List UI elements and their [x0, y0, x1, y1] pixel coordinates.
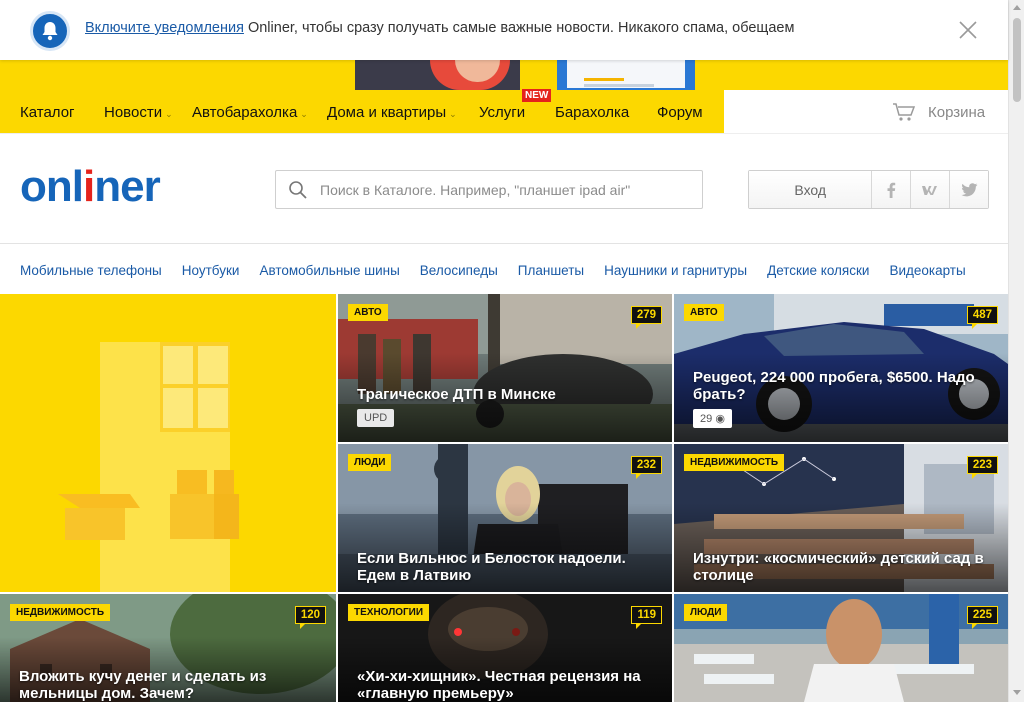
- ad-illustration: [58, 342, 239, 592]
- nav-item-news[interactable]: Новости ⌄: [104, 104, 173, 121]
- login-button[interactable]: Вход: [749, 171, 872, 208]
- news-tile[interactable]: Авто 279 Трагическое ДТП в Минске UPD: [338, 294, 672, 442]
- tile-title[interactable]: Трагическое ДТП в Минске: [357, 386, 652, 403]
- nav-label: Услуги: [479, 104, 526, 121]
- news-tile[interactable]: Люди 225: [674, 594, 1008, 702]
- cart-icon: [893, 103, 916, 121]
- twitter-icon[interactable]: [949, 171, 989, 208]
- nav-item-autobaraholka[interactable]: Автобарахолка ⌄: [192, 104, 308, 121]
- nav-label: Дома и квартиры: [327, 104, 447, 121]
- facebook-icon[interactable]: [871, 171, 911, 208]
- nav-item-baraholka[interactable]: Барахолка: [555, 104, 629, 121]
- category-link-tablets[interactable]: Планшеты: [518, 263, 584, 278]
- nav-label: Автобарахолка: [192, 104, 298, 121]
- search-icon[interactable]: [288, 180, 308, 200]
- category-link-phones[interactable]: Мобильные телефоны: [20, 263, 162, 278]
- tile-tag[interactable]: Технологии: [348, 604, 430, 621]
- chevron-down-icon: ⌄: [165, 109, 173, 119]
- page: Включите уведомления Onliner, чтобы сраз…: [0, 0, 1024, 702]
- nav-label: Новости: [104, 104, 163, 121]
- nav-label: Форум: [657, 104, 703, 121]
- category-link-gpus[interactable]: Видеокарты: [889, 263, 965, 278]
- tile-tag[interactable]: Авто: [684, 304, 724, 321]
- tile-title[interactable]: «Хи-хи-хищник». Честная рецензия на «гла…: [357, 668, 652, 702]
- chevron-down-icon: ⌄: [300, 109, 308, 119]
- logo-accent: i: [82, 162, 95, 211]
- category-link-bicycles[interactable]: Велосипеды: [420, 263, 498, 278]
- category-link-tires[interactable]: Автомобильные шины: [259, 263, 399, 278]
- comments-count[interactable]: 487: [966, 306, 998, 329]
- scroll-down-arrow[interactable]: [1013, 690, 1021, 695]
- cart-label: Корзина: [928, 103, 986, 121]
- ad-banner[interactable]: [0, 60, 1008, 90]
- news-tile[interactable]: Недвижимость 223 Изнутри: «космический» …: [674, 444, 1008, 592]
- cart-link[interactable]: Корзина: [892, 102, 985, 122]
- comments-count[interactable]: 223: [966, 456, 998, 479]
- banner-line: [584, 78, 624, 81]
- tile-tag[interactable]: Недвижимость: [10, 604, 111, 621]
- tile-title[interactable]: Peugeot, 224 000 пробега, $6500. Надо бр…: [693, 369, 988, 403]
- tile-tag[interactable]: Авто: [348, 304, 388, 321]
- logo-text: onl: [20, 162, 84, 211]
- comments-count[interactable]: 120: [294, 606, 326, 629]
- news-tile[interactable]: Технологии 119 «Хи-хи-хищник». Честная р…: [338, 594, 672, 702]
- notification-bar: Включите уведомления Onliner, чтобы сраз…: [0, 0, 1008, 60]
- nav-item-services[interactable]: Услуги: [479, 104, 525, 121]
- comments-count[interactable]: 119: [631, 606, 662, 629]
- new-badge: NEW: [522, 89, 552, 102]
- enable-notifications-link[interactable]: Включите уведомления: [85, 20, 244, 36]
- chevron-down-icon: ⌄: [449, 109, 457, 119]
- category-link-strollers[interactable]: Детские коляски: [767, 263, 869, 278]
- tile-tag[interactable]: Люди: [684, 604, 728, 621]
- nav-item-realty[interactable]: Дома и квартиры ⌄: [327, 104, 457, 121]
- divider: [0, 243, 1008, 244]
- notification-text: Включите уведомления Onliner, чтобы сраз…: [85, 20, 794, 36]
- tile-title[interactable]: Вложить кучу денег и сделать из мельницы…: [19, 668, 316, 702]
- photo-count: 29 ◉: [693, 409, 732, 428]
- vk-icon[interactable]: [910, 171, 950, 208]
- news-tile[interactable]: Недвижимость 120 Вложить кучу денег и сд…: [0, 594, 336, 702]
- banner-line: [584, 84, 654, 87]
- tile-tag[interactable]: Недвижимость: [684, 454, 785, 471]
- tile-title[interactable]: Изнутри: «космический» детский сад в сто…: [693, 550, 988, 584]
- news-tile[interactable]: Люди 232 Если Вильнюс и Белосток надоели…: [338, 444, 672, 592]
- scroll-up-arrow[interactable]: [1013, 5, 1021, 10]
- close-icon[interactable]: [958, 20, 978, 40]
- photo-count-value: 29: [700, 413, 713, 425]
- nav-item-forum[interactable]: Форум: [657, 104, 703, 121]
- divider: [0, 133, 1008, 134]
- news-tile[interactable]: Авто 487 Peugeot, 224 000 пробега, $6500…: [674, 294, 1008, 442]
- nav-label: Каталог: [20, 104, 75, 121]
- search-input[interactable]: [320, 179, 690, 201]
- nav-label: Барахолка: [555, 104, 630, 121]
- comments-count[interactable]: 232: [630, 456, 662, 479]
- tile-title[interactable]: Если Вильнюс и Белосток надоели. Едем в …: [357, 550, 652, 584]
- main-nav: Каталог Новости ⌄ Автобарахолка ⌄ Дома и к…: [0, 90, 724, 133]
- camera-icon: ◉: [715, 413, 725, 425]
- category-link-laptops[interactable]: Ноутбуки: [182, 263, 240, 278]
- notification-message: Onliner, чтобы сразу получать самые важн…: [243, 20, 795, 36]
- scrollbar[interactable]: [1008, 0, 1024, 702]
- logo-text: ner: [94, 162, 160, 211]
- ad-tile[interactable]: [0, 294, 336, 592]
- logo[interactable]: onliner: [20, 162, 161, 212]
- category-link-headphones[interactable]: Наушники и гарнитуры: [604, 263, 747, 278]
- tile-tag[interactable]: Люди: [348, 454, 392, 471]
- update-badge: UPD: [357, 409, 395, 427]
- login-group: Вход: [748, 170, 989, 209]
- bell-icon: [30, 11, 70, 51]
- nav-item-catalog[interactable]: Каталог: [20, 104, 75, 121]
- category-links: Мобильные телефоны Ноутбуки Автомобильные …: [20, 262, 986, 280]
- comments-count[interactable]: 225: [966, 606, 998, 629]
- scrollbar-thumb[interactable]: [1013, 18, 1021, 102]
- search-box: [275, 170, 703, 209]
- comments-count[interactable]: 279: [630, 306, 662, 329]
